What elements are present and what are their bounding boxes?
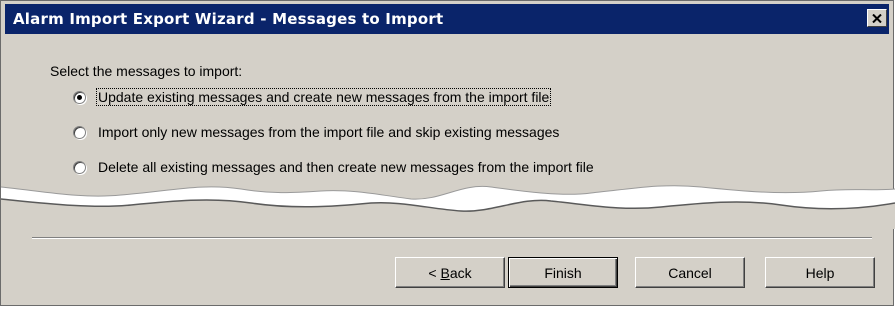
option-update-and-create[interactable]: Update existing messages and create new … (73, 87, 552, 107)
button-area-separator (32, 237, 872, 239)
finish-button[interactable]: Finish (508, 257, 618, 288)
import-prompt-label: Select the messages to import: (50, 63, 243, 79)
close-icon (872, 13, 882, 23)
option-label[interactable]: Update existing messages and create new … (95, 88, 552, 106)
title-bar[interactable]: Alarm Import Export Wizard - Messages to… (5, 4, 889, 34)
back-label: Back (440, 264, 472, 281)
option-import-new-only[interactable]: Import only new messages from the import… (73, 122, 560, 142)
radio-delete-and-create[interactable] (73, 160, 86, 174)
back-button[interactable]: < Back (395, 257, 505, 288)
close-button[interactable] (867, 9, 887, 27)
option-label[interactable]: Import only new messages from the import… (97, 124, 560, 140)
help-button[interactable]: Help (765, 257, 875, 288)
option-delete-and-create[interactable]: Delete all existing messages and then cr… (73, 157, 595, 177)
radio-import-new-only[interactable] (73, 125, 86, 139)
option-label[interactable]: Delete all existing messages and then cr… (97, 159, 595, 175)
finish-label: Finish (544, 264, 582, 281)
torn-edge-divider (1, 185, 895, 229)
cancel-button[interactable]: Cancel (635, 257, 745, 288)
window-title: Alarm Import Export Wizard - Messages to… (13, 10, 444, 28)
cancel-label: Cancel (668, 264, 712, 281)
wizard-dialog: Alarm Import Export Wizard - Messages to… (0, 0, 895, 306)
back-arrow: < (428, 264, 437, 281)
radio-selected-dot (77, 94, 82, 100)
help-label: Help (805, 264, 835, 281)
radio-update-and-create[interactable] (73, 90, 86, 104)
